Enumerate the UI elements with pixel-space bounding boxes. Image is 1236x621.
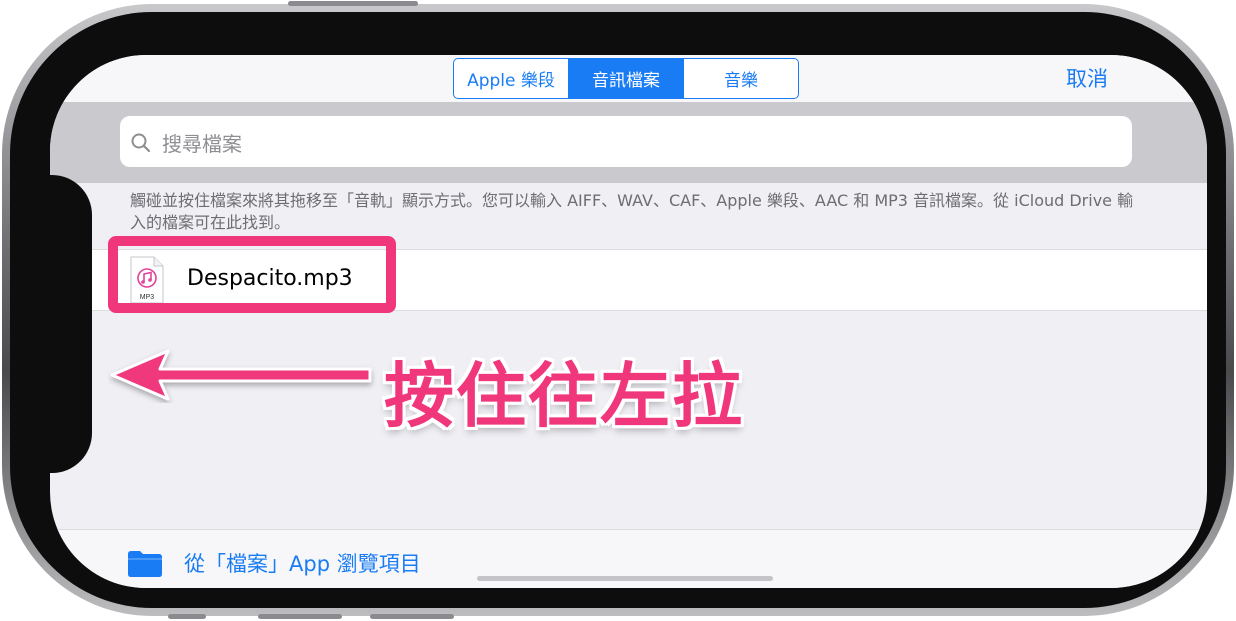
search-placeholder: 搜尋檔案	[162, 132, 242, 156]
volume-button	[258, 614, 342, 619]
power-button	[288, 1, 418, 6]
bottom-bar: 從「檔案」App 瀏覽項目	[50, 529, 1207, 588]
folder-icon	[128, 551, 162, 577]
search-bar: 搜尋檔案	[50, 102, 1207, 183]
search-icon	[131, 133, 151, 153]
phone-body: Apple 樂段 音訊檔案 音樂 取消 搜尋檔案 觸碰並按住檔案來將其拖移至「音…	[10, 12, 1226, 608]
volume-button	[168, 614, 206, 619]
annotation-text: 按住往左拉	[384, 355, 744, 437]
browse-files-label: 從「檔案」App 瀏覽項目	[184, 552, 421, 576]
phone-frame: Apple 樂段 音訊檔案 音樂 取消 搜尋檔案 觸碰並按住檔案來將其拖移至「音…	[2, 4, 1234, 616]
home-indicator	[477, 576, 773, 581]
arrow-left-icon	[110, 349, 372, 401]
segment-audio-files[interactable]: 音訊檔案	[569, 59, 684, 98]
cancel-button[interactable]: 取消	[1066, 63, 1108, 93]
screen: Apple 樂段 音訊檔案 音樂 取消 搜尋檔案 觸碰並按住檔案來將其拖移至「音…	[50, 55, 1207, 588]
nav-bar: Apple 樂段 音訊檔案 音樂 取消	[50, 55, 1207, 102]
segmented-control: Apple 樂段 音訊檔案 音樂	[453, 58, 799, 99]
notch	[50, 175, 92, 473]
instruction-text: 觸碰並按住檔案來將其拖移至「音軌」顯示方式。您可以輸入 AIFF、WAV、CAF…	[130, 191, 1134, 232]
segment-apple-loops[interactable]: Apple 樂段	[454, 59, 569, 98]
search-input[interactable]: 搜尋檔案	[120, 116, 1132, 167]
segment-music[interactable]: 音樂	[684, 59, 798, 98]
volume-button	[370, 614, 454, 619]
highlight-box	[108, 236, 396, 313]
